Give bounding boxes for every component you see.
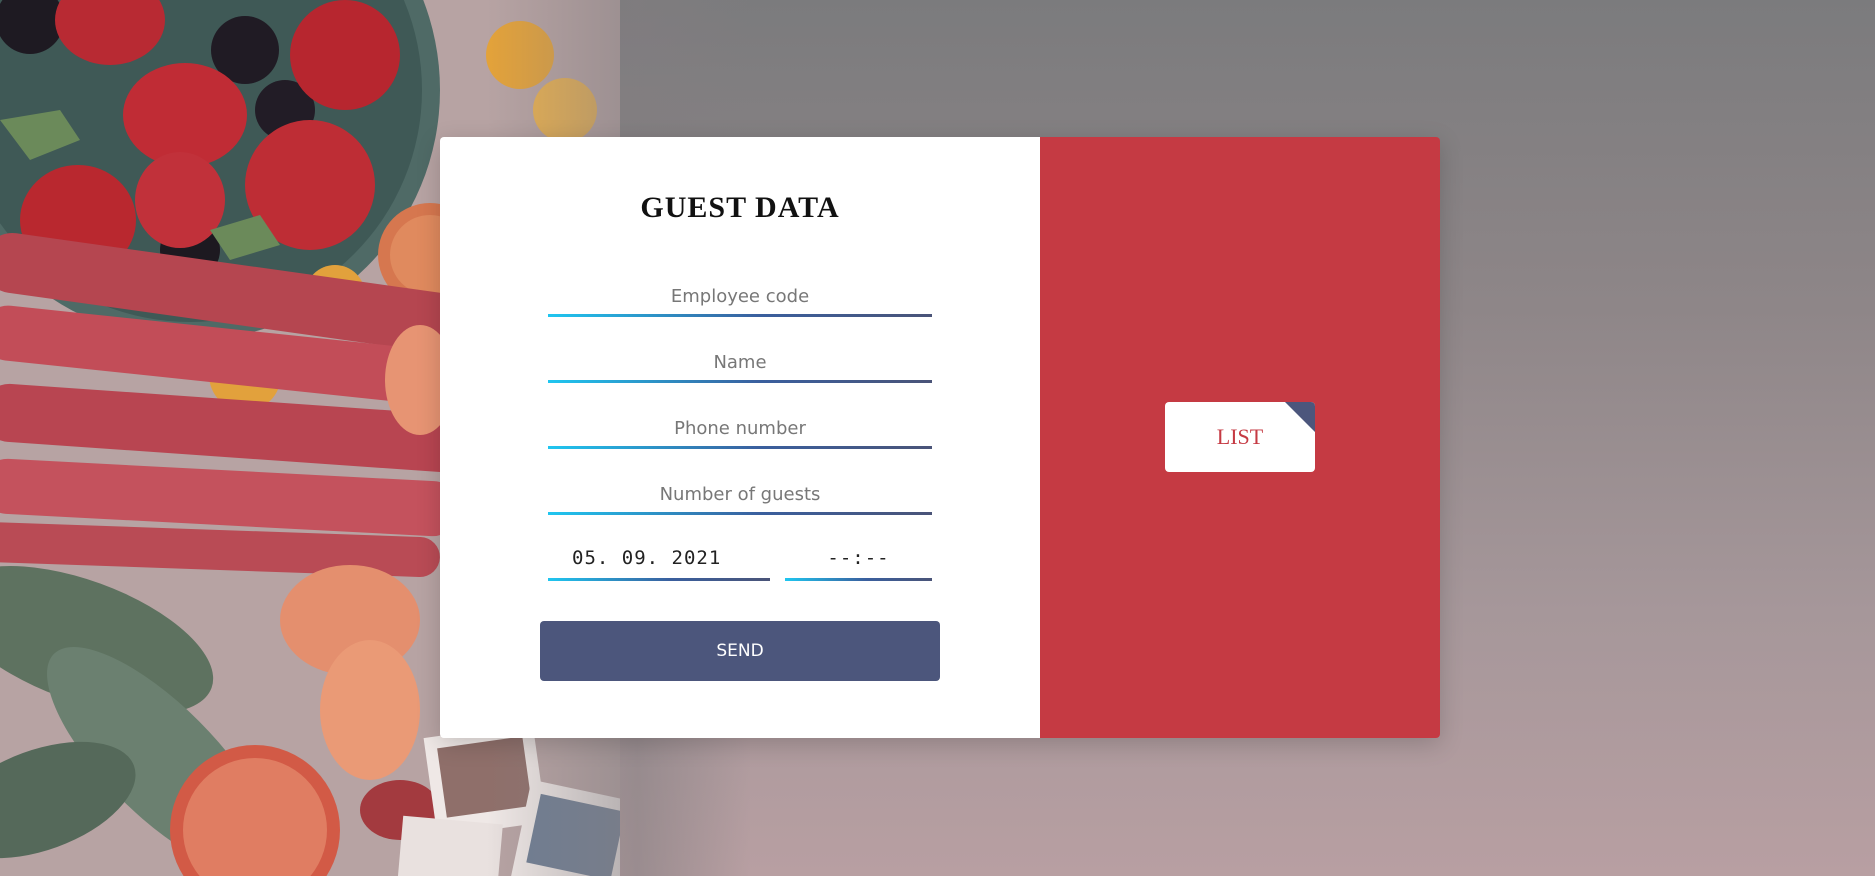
form-title: GUEST DATA xyxy=(640,191,840,224)
time-underline xyxy=(785,578,932,581)
guest-card: GUEST DATA 05. 09. 2021 --:-- SEND xyxy=(440,137,1440,738)
employee-code-input[interactable] xyxy=(548,279,932,313)
guests-field-wrapper xyxy=(548,477,932,515)
phone-underline xyxy=(548,446,932,449)
date-underline xyxy=(548,578,770,581)
time-value: --:-- xyxy=(827,547,890,569)
corner-fold-icon xyxy=(1285,402,1315,432)
phone-field-wrapper xyxy=(548,411,932,449)
time-field[interactable]: --:-- xyxy=(785,541,932,581)
employee-code-underline xyxy=(548,314,932,317)
date-value: 05. 09. 2021 xyxy=(572,547,722,569)
employee-code-field-wrapper xyxy=(548,279,932,317)
list-panel: LIST xyxy=(1040,137,1440,738)
phone-input[interactable] xyxy=(548,411,932,445)
guests-input[interactable] xyxy=(548,477,932,511)
date-field[interactable]: 05. 09. 2021 xyxy=(548,541,770,581)
name-input[interactable] xyxy=(548,345,932,379)
list-button[interactable]: LIST xyxy=(1165,402,1315,472)
guest-form-panel: GUEST DATA 05. 09. 2021 --:-- SEND xyxy=(440,137,1040,738)
send-button[interactable]: SEND xyxy=(540,621,940,681)
guests-underline xyxy=(548,512,932,515)
name-underline xyxy=(548,380,932,383)
name-field-wrapper xyxy=(548,345,932,383)
